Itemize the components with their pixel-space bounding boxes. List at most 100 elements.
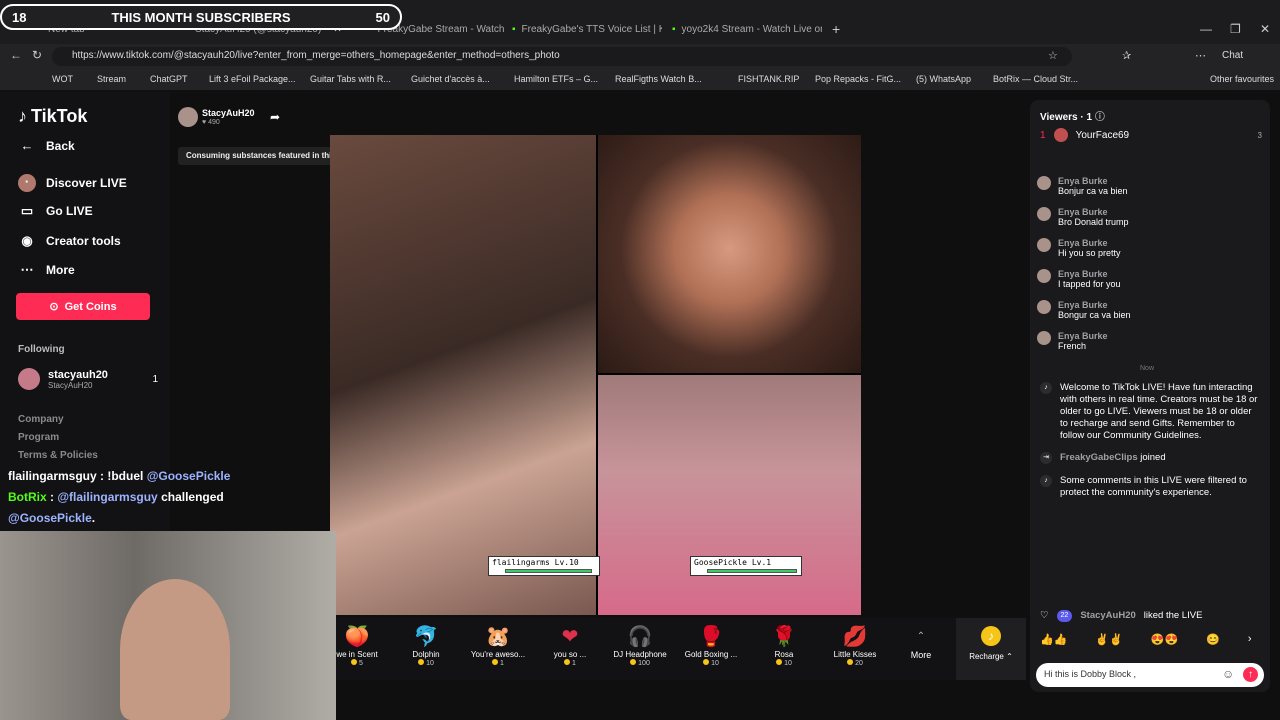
recharge-button[interactable]: ♪ Recharge ⌃ — [956, 618, 1026, 680]
gift-item[interactable]: 🥊 Gold Boxing ... 10 — [676, 624, 746, 667]
back-arrow-icon[interactable]: ← — [10, 48, 22, 62]
gift-item[interactable]: 🌹 Rosa 10 — [749, 624, 819, 667]
host-avatar[interactable] — [178, 107, 198, 127]
coin-icon — [564, 659, 571, 665]
recharge-coin-icon: ♪ — [981, 626, 1001, 646]
host-name[interactable]: StacyAuH20 — [202, 108, 255, 118]
favorites-icon[interactable]: ✰ — [1122, 49, 1131, 62]
battle-hp-left: flailingarms Lv.10 — [488, 556, 600, 576]
guest-camera-1 — [598, 135, 861, 373]
gift-item[interactable]: ❤ you so ... 1 — [535, 624, 605, 667]
terms-link[interactable]: Terms & Policies — [18, 450, 98, 461]
guest-camera-2 — [598, 375, 861, 615]
chat-message[interactable]: Enya Burke Bongur ca va bien — [1037, 300, 1263, 320]
chevron-right-icon[interactable]: › — [1248, 633, 1252, 646]
program-link[interactable]: Program — [18, 432, 59, 443]
reaction-button[interactable]: 😊 — [1206, 633, 1220, 646]
host-camera — [330, 135, 596, 615]
bookmark[interactable]: ChatGPT — [150, 74, 188, 84]
chat-button[interactable]: Chat — [1222, 50, 1243, 61]
glove-icon: 🥊 — [698, 626, 724, 648]
share-icon[interactable]: ➦ — [270, 110, 280, 124]
back-link[interactable]: ← Back — [18, 138, 75, 153]
hp-bar — [707, 569, 798, 573]
welcome-message: ♪ Welcome to TikTok LIVE! Have fun intera… — [1040, 382, 1260, 442]
bookmark[interactable]: Guitar Tabs with R... — [310, 74, 391, 84]
send-icon[interactable]: ↑ — [1243, 667, 1258, 682]
minimize-icon[interactable]: — — [1200, 22, 1212, 36]
company-link[interactable]: Company — [18, 414, 64, 425]
bookmark[interactable]: RealFigths Watch B... — [615, 74, 702, 84]
chat-message[interactable]: Enya Burke French — [1037, 331, 1263, 351]
nav-discover-live[interactable]: · Discover LIVE — [18, 174, 127, 192]
bookmark[interactable]: Guichet d'accès à... — [411, 74, 490, 84]
reaction-button[interactable]: ✌✌ — [1095, 633, 1122, 646]
gift-item[interactable]: 🎧 DJ Headphone 100 — [605, 624, 675, 667]
tiktok-logo[interactable]: ♪ TikTok — [18, 106, 87, 127]
bookmark-other[interactable]: Other favourites — [1210, 74, 1274, 84]
info-icon: ⓘ — [1094, 112, 1105, 123]
bookmark[interactable]: Stream — [97, 74, 126, 84]
bookmark[interactable]: Lift 3 eFoil Package... — [209, 74, 296, 84]
gift-item[interactable]: 🐬 Dolphin 10 — [391, 624, 461, 667]
tab-yoyo[interactable]: ▪yoyo2k4 Stream - Watch Live on K✕ — [672, 18, 822, 40]
chat-message[interactable]: Enya Burke Bro Donald trump — [1037, 207, 1263, 227]
coin-icon — [776, 659, 783, 665]
bookmark[interactable]: BotRix — Cloud Str... — [993, 74, 1078, 84]
gift-more-button[interactable]: ⌃ More — [886, 624, 956, 660]
close-window-icon[interactable]: ✕ — [1260, 22, 1270, 36]
bookmark[interactable]: FISHTANK.RIP — [738, 74, 799, 84]
menu-dots-icon[interactable]: ⋯ — [1195, 49, 1206, 62]
avatar — [1037, 331, 1051, 345]
heart-outline-icon: ♡ — [1040, 610, 1049, 621]
back-arrow-icon: ← — [20, 138, 34, 153]
reload-icon[interactable]: ↻ — [32, 48, 42, 62]
filtered-message: ♪ Some comments in this LIVE were filtere… — [1040, 475, 1260, 499]
bookmarks-bar: WOT Stream ChatGPT Lift 3 eFoil Package.… — [0, 68, 1280, 90]
following-item[interactable]: stacyauh20 StacyAuH20 1 — [18, 368, 158, 390]
nav-go-live[interactable]: ▭ Go LIVE — [18, 203, 93, 219]
host-likes: ♥ 490 — [202, 119, 220, 126]
get-coins-button[interactable]: ⊙ Get Coins — [16, 293, 150, 320]
viewer-row[interactable]: 1 YourFace69 3 — [1040, 128, 1262, 142]
discover-icon: · — [18, 174, 36, 192]
nav-creator-tools[interactable]: ◉ Creator tools — [18, 233, 120, 249]
tiktok-note-icon: ♪ — [1040, 475, 1052, 487]
camera-icon: ▭ — [20, 203, 34, 218]
url-field[interactable]: https://www.tiktok.com/@stacyauh20/live?… — [52, 47, 1072, 66]
coin-icon — [492, 659, 499, 665]
tab-tts[interactable]: ▪FreakyGabe's TTS Voice List | Kick✕ — [512, 18, 662, 40]
gift-item[interactable]: 🍑 we in Scent 5 — [322, 624, 392, 667]
nav-more[interactable]: ⋯ More — [18, 262, 75, 278]
overlay-message: BotRix : @flailingarmsguy challenged @Goo… — [8, 490, 224, 525]
bookmark[interactable]: Pop Repacks - FitG... — [815, 74, 901, 84]
bookmark[interactable]: (5) WhatsApp — [916, 74, 971, 84]
kick-icon: ▪ — [512, 23, 516, 35]
coin-icon — [351, 659, 358, 665]
maximize-icon[interactable]: ❐ — [1230, 22, 1241, 36]
gift-item[interactable]: 🐹 You're aweso... 1 — [463, 624, 533, 667]
avatar — [1037, 300, 1051, 314]
coin-icon — [418, 659, 425, 665]
reaction-button[interactable]: 😍😍 — [1151, 633, 1178, 646]
gift-item[interactable]: 💋 Little Kisses 20 — [820, 624, 890, 667]
stream-header: StacyAuH20 ♥ 490 ➦ — [172, 100, 472, 136]
hp-bar — [505, 569, 593, 573]
emoji-icon[interactable]: ☺ — [1222, 667, 1234, 681]
avatar — [1037, 176, 1051, 190]
chat-message[interactable]: Enya Burke I tapped for you — [1037, 269, 1263, 289]
perfume-icon: 🍑 — [344, 626, 370, 648]
bookmark[interactable]: Hamilton ETFs – G... — [514, 74, 598, 84]
level-badge: 22 — [1056, 610, 1073, 622]
reaction-button[interactable]: 👍👍 — [1040, 633, 1067, 646]
new-tab-icon[interactable]: + — [832, 18, 840, 40]
live-video[interactable]: flailingarms Lv.10 GoosePickle Lv.1 — [330, 135, 861, 615]
subs-title: THIS MONTH SUBSCRIBERS — [111, 9, 291, 25]
quick-reactions: 👍👍 ✌✌ 😍😍 😊 › — [1040, 633, 1262, 646]
star-icon[interactable]: ☆ — [1048, 49, 1058, 62]
bookmark[interactable]: WOT — [52, 74, 73, 84]
streamer-webcam — [0, 531, 336, 720]
chat-message[interactable]: Enya Burke Hi you so pretty — [1037, 238, 1263, 258]
gift-bar: 🍑 we in Scent 5 🐬 Dolphin 10 🐹 You're aweso..… — [336, 618, 1026, 680]
chat-message[interactable]: Enya Burke Bonjur ca va bien — [1037, 176, 1263, 196]
